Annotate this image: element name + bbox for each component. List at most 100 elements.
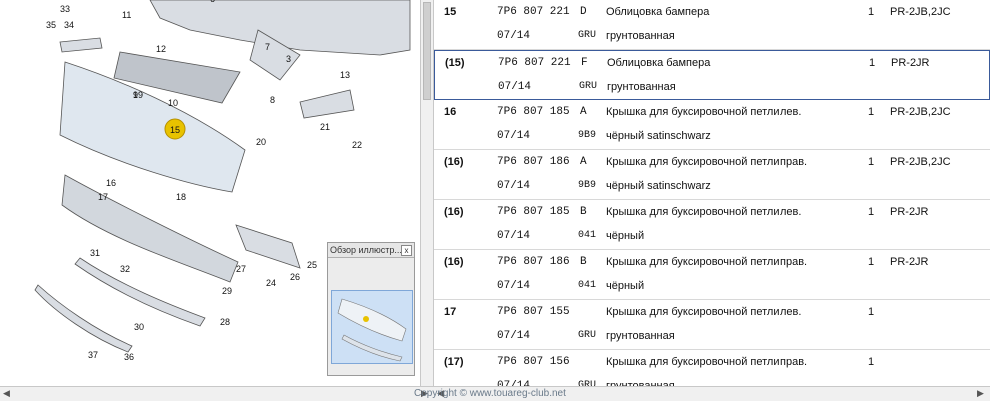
callout-label[interactable]: 37 xyxy=(88,350,98,360)
scroll-left-icon[interactable]: ◀ xyxy=(3,388,10,399)
callout-label[interactable]: 27 xyxy=(236,264,246,274)
row-quantity: 1 xyxy=(868,206,875,218)
parts-diagram[interactable]: 15 3311353412913367810192122201617183132… xyxy=(0,0,420,386)
table-row[interactable]: (16) 7P6 807 185 Крышка для буксировочной … xyxy=(434,200,990,250)
row-description: грунтованная xyxy=(606,380,675,386)
callout-label[interactable]: 3 xyxy=(286,54,291,64)
row-position: (16) xyxy=(444,156,464,168)
callout-label[interactable]: 22 xyxy=(352,140,362,150)
row-variant: B xyxy=(580,256,587,268)
row-part-name: Облицовка бампера xyxy=(607,57,711,69)
row-note: PR-2JB,2JC xyxy=(890,6,951,18)
row-variant: B xyxy=(580,206,587,218)
row-description: грунтованная xyxy=(606,30,675,42)
callout-label[interactable]: 6 xyxy=(210,0,215,4)
row-side: лев. xyxy=(780,206,802,218)
overview-thumbnail[interactable] xyxy=(331,290,413,364)
side-bracket-right xyxy=(299,89,355,119)
callout-label[interactable]: 24 xyxy=(266,278,276,288)
callout-label[interactable]: 35 xyxy=(46,20,56,30)
row-variant: A xyxy=(580,106,587,118)
callout-label[interactable]: 32 xyxy=(120,264,130,274)
row-quantity: 1 xyxy=(868,106,875,118)
callout-label[interactable]: 21 xyxy=(320,122,330,132)
row-part-name: Крышка для буксировочной петли xyxy=(606,206,780,218)
table-row[interactable]: (15) 7P6 807 221 Облицовка бампера 1 PR-2JR 0… xyxy=(434,50,990,100)
callout-label[interactable]: 19 xyxy=(133,90,143,100)
row-description: чёрный xyxy=(606,280,645,292)
callout-label[interactable]: 17 xyxy=(98,192,108,202)
callout-label[interactable]: 34 xyxy=(64,20,74,30)
row-color-code: 9B9 xyxy=(578,180,597,191)
table-scroll-right-icon[interactable]: ▶ xyxy=(977,388,984,399)
row-part-number: 7P6 807 156 xyxy=(497,356,570,368)
row-quantity: 1 xyxy=(868,6,875,18)
callout-label[interactable]: 20 xyxy=(256,137,266,147)
callout-label[interactable]: 11 xyxy=(122,10,131,20)
callout-label[interactable]: 36 xyxy=(124,352,134,362)
bracket-piece xyxy=(59,37,103,53)
callout-label[interactable]: 8 xyxy=(270,95,275,105)
overview-title-bar[interactable]: Обзор иллюстр... x xyxy=(328,243,414,258)
row-description: чёрный xyxy=(606,230,645,242)
row-quantity: 1 xyxy=(869,57,876,69)
table-row[interactable]: 15 7P6 807 221 Облицовка бампера 1 PR-2JB,2J… xyxy=(434,0,990,50)
row-variant: A xyxy=(580,156,587,168)
row-side: прав. xyxy=(780,156,808,168)
parts-table[interactable]: 15 7P6 807 221 Облицовка бампера 1 PR-2JB,2J… xyxy=(434,0,990,386)
row-date: 07/14 xyxy=(497,280,531,292)
row-position: 16 xyxy=(444,106,457,118)
row-date: 07/14 xyxy=(498,81,532,93)
row-side: лев. xyxy=(780,306,802,318)
row-variant: D xyxy=(580,6,587,18)
row-part-name: Крышка для буксировочной петли xyxy=(606,306,780,318)
callout-label[interactable]: 30 xyxy=(134,322,144,332)
callout-label[interactable]: 18 xyxy=(176,192,186,202)
callout-label[interactable]: 25 xyxy=(307,260,317,270)
callout-label[interactable]: 28 xyxy=(220,317,230,327)
row-color-code: GRU xyxy=(578,380,597,386)
row-position: (16) xyxy=(444,206,464,218)
callout-label[interactable]: 13 xyxy=(340,70,350,80)
row-color-code: GRU xyxy=(578,30,597,41)
callout-label[interactable]: 29 xyxy=(222,286,232,296)
row-description: грунтованная xyxy=(606,330,675,342)
row-position: 15 xyxy=(444,6,457,18)
row-part-number: 7P6 807 186 xyxy=(497,156,570,168)
row-variant: F xyxy=(581,57,588,69)
row-position: 17 xyxy=(444,306,457,318)
row-side: лев. xyxy=(780,106,802,118)
row-part-number: 7P6 807 185 xyxy=(497,206,570,218)
overview-title: Обзор иллюстр... xyxy=(330,245,402,255)
table-row[interactable]: 17 7P6 807 155 Крышка для буксировочной пе… xyxy=(434,300,990,350)
row-position: (15) xyxy=(445,57,465,69)
table-row[interactable]: 16 7P6 807 185 Крышка для буксировочной пе… xyxy=(434,100,990,150)
callout-label[interactable]: 26 xyxy=(290,272,300,282)
callout-label[interactable]: 10 xyxy=(168,98,178,108)
highlight-label: 15 xyxy=(170,125,180,135)
table-row[interactable]: (17) 7P6 807 156 Крышка для буксировочной … xyxy=(434,350,990,386)
row-quantity: 1 xyxy=(868,156,875,168)
diagram-vertical-scrollbar[interactable] xyxy=(420,0,434,386)
row-part-name: Крышка для буксировочной петли xyxy=(606,106,780,118)
overview-window[interactable]: Обзор иллюстр... x xyxy=(327,242,415,376)
row-part-number: 7P6 807 221 xyxy=(497,6,570,18)
callout-label[interactable]: 33 xyxy=(60,4,70,14)
close-icon[interactable]: x xyxy=(401,245,412,256)
callout-label[interactable]: 12 xyxy=(156,44,166,54)
table-row[interactable]: (16) 7P6 807 186 Крышка для буксировочной … xyxy=(434,250,990,300)
callout-label[interactable]: 16 xyxy=(106,178,116,188)
row-note: PR-2JR xyxy=(891,57,930,69)
row-color-code: 041 xyxy=(578,230,597,241)
overview-image xyxy=(337,298,407,362)
callout-label[interactable]: 7 xyxy=(265,42,270,52)
row-note: PR-2JB,2JC xyxy=(890,106,951,118)
callout-label[interactable]: 31 xyxy=(90,248,100,258)
diagram-horizontal-scrollbar[interactable]: ◀ ▶ xyxy=(0,386,434,401)
row-date: 07/14 xyxy=(497,30,531,42)
table-row[interactable]: (16) 7P6 807 186 Крышка для буксировочной … xyxy=(434,150,990,200)
row-side: прав. xyxy=(780,356,808,368)
scroll-thumb[interactable] xyxy=(423,2,431,100)
row-note: PR-2JR xyxy=(890,206,929,218)
row-quantity: 1 xyxy=(868,256,875,268)
